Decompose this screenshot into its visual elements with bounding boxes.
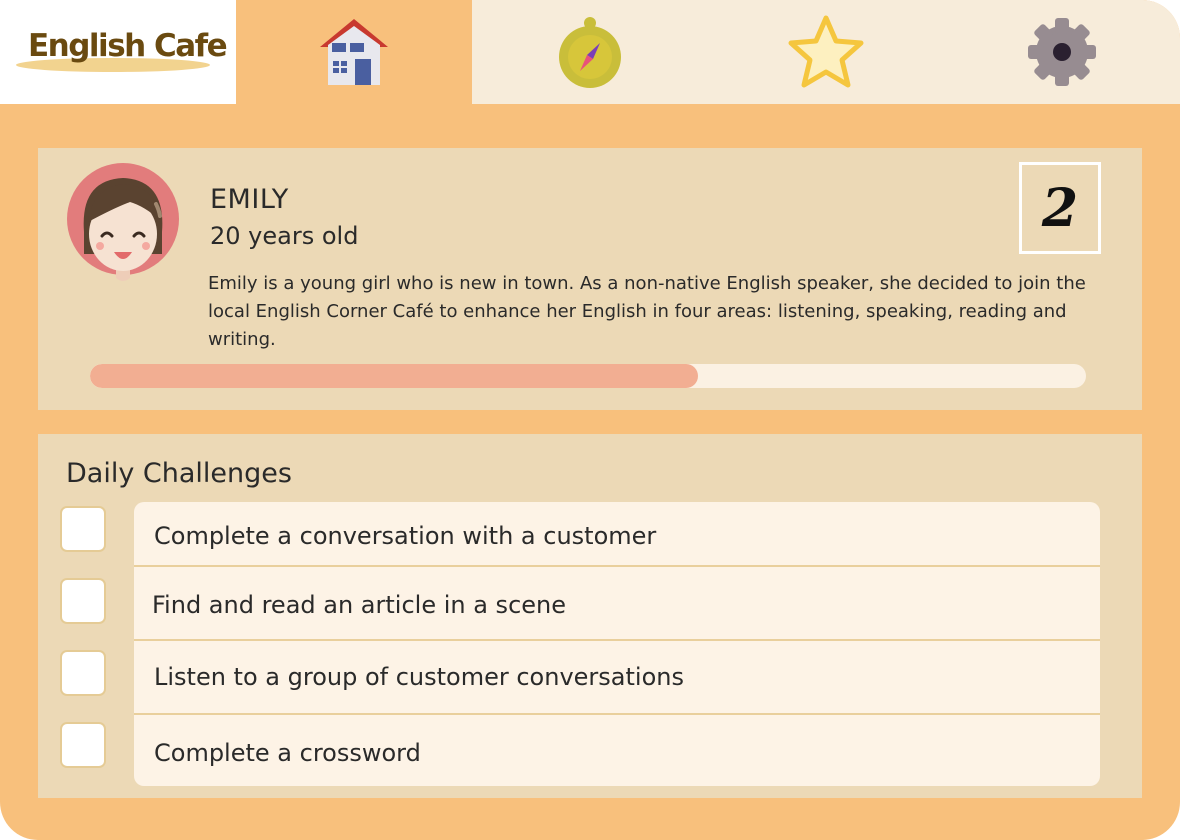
list-item[interactable]: Listen to a group of customer conversati…	[134, 641, 1100, 713]
challenge-label: Complete a conversation with a customer	[154, 522, 657, 550]
progress-fill	[90, 364, 698, 388]
challenge-checkbox[interactable]	[60, 722, 106, 768]
challenge-list: Complete a conversation with a customer …	[134, 502, 1100, 786]
progress-bar	[90, 364, 1086, 388]
challenge-label: Complete a crossword	[154, 739, 421, 767]
app-window: English Cafe EMILY 20 years old 2 Emily …	[0, 0, 1180, 840]
tab-favorites[interactable]	[708, 0, 944, 104]
tab-settings[interactable]	[944, 0, 1180, 104]
challenge-checkbox[interactable]	[60, 578, 106, 624]
top-navigation-bar: English Cafe	[0, 0, 1180, 104]
logo[interactable]: English Cafe	[0, 0, 236, 104]
challenges-title: Daily Challenges	[66, 458, 292, 489]
avatar[interactable]	[66, 162, 180, 288]
logo-text: English Cafe	[28, 28, 228, 64]
daily-challenges-panel: Daily Challenges Complete a conversation…	[38, 434, 1142, 798]
challenge-checkbox[interactable]	[60, 506, 106, 552]
challenge-checkbox[interactable]	[60, 650, 106, 696]
tab-explore[interactable]	[472, 0, 708, 104]
profile-age: 20 years old	[210, 222, 359, 250]
challenge-label: Listen to a group of customer conversati…	[154, 663, 684, 691]
gear-icon	[1028, 18, 1096, 86]
compass-icon	[559, 17, 621, 88]
house-icon	[320, 19, 388, 85]
profile-card: EMILY 20 years old 2 Emily is a young gi…	[38, 148, 1142, 410]
girl-avatar-icon	[67, 163, 179, 281]
list-item[interactable]: Complete a crossword	[134, 715, 1100, 787]
level-badge: 2	[1019, 162, 1101, 254]
profile-description: Emily is a young girl who is new in town…	[208, 273, 1086, 350]
tab-home[interactable]	[236, 0, 472, 104]
level-number: 2	[1041, 177, 1079, 239]
list-item[interactable]: Find and read an article in a scene	[134, 567, 1100, 639]
profile-name: EMILY	[210, 184, 289, 215]
list-item[interactable]: Complete a conversation with a customer	[134, 502, 1100, 574]
challenge-label: Find and read an article in a scene	[152, 591, 566, 619]
star-icon	[788, 15, 864, 88]
